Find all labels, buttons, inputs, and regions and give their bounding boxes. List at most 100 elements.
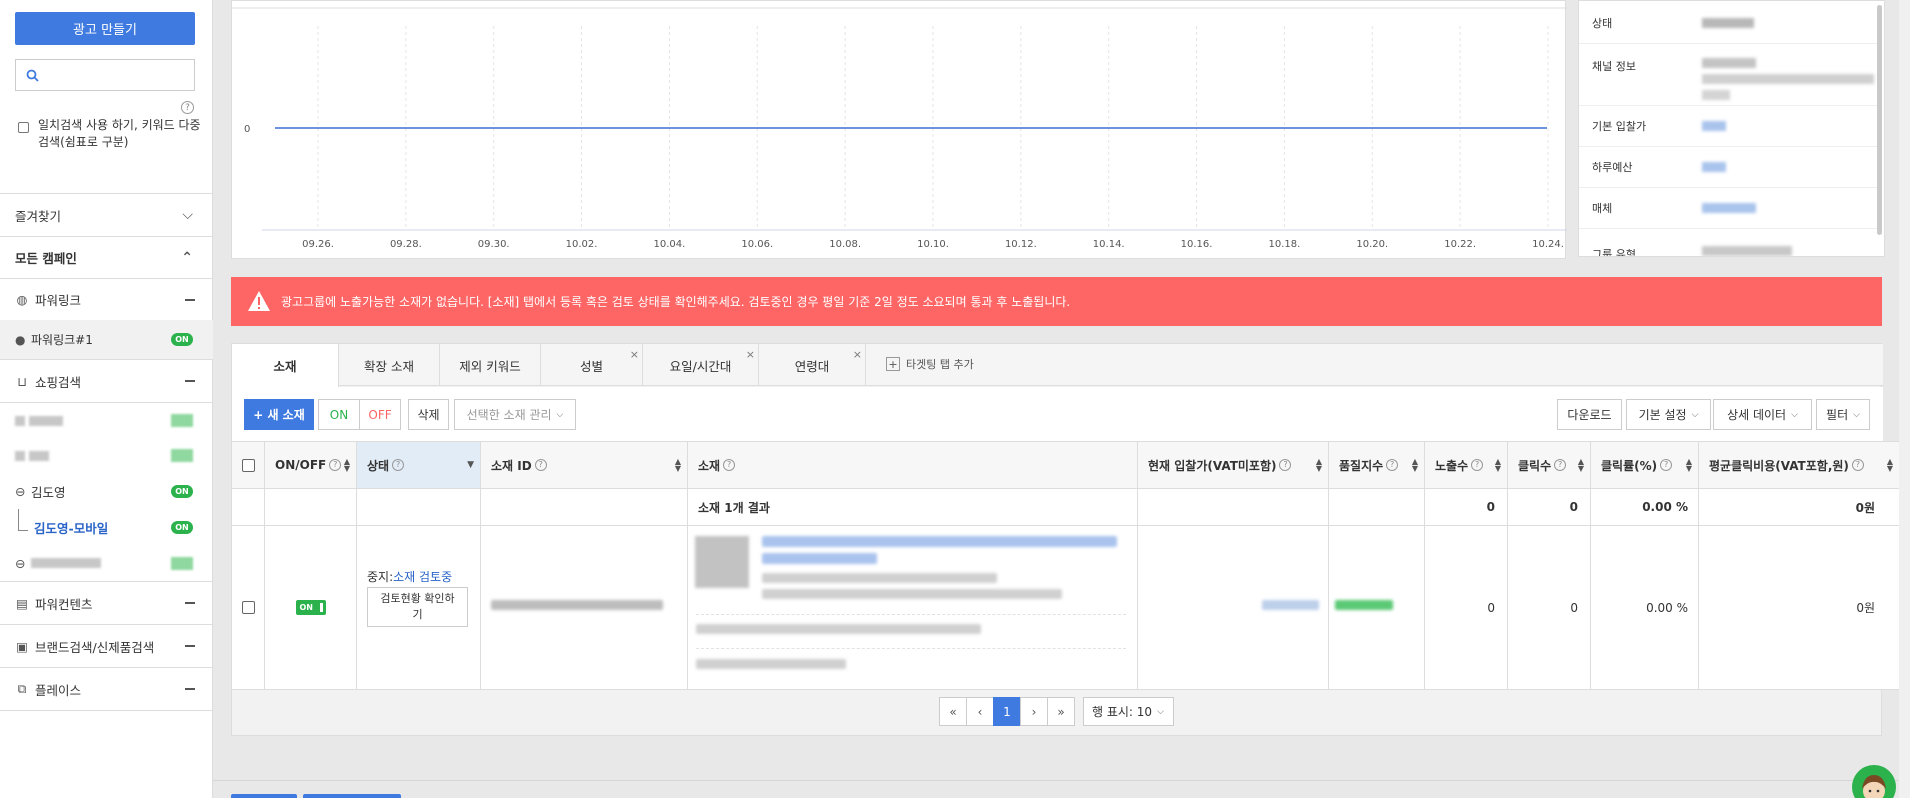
delete-button[interactable]: 삭제 bbox=[408, 399, 449, 430]
col-onoff[interactable]: ON/OFF? ▲ ▼ bbox=[265, 441, 357, 489]
info-label: 하루예산 bbox=[1592, 161, 1633, 174]
close-icon[interactable]: × bbox=[630, 348, 639, 361]
next-page-button[interactable]: › bbox=[1020, 697, 1048, 726]
collapse-icon[interactable] bbox=[185, 298, 195, 301]
prev-page-button[interactable]: ‹ bbox=[966, 697, 994, 726]
tab-gender[interactable]: 성별 × bbox=[541, 344, 643, 386]
close-icon[interactable]: × bbox=[746, 348, 755, 361]
sidebar-item-blurred-3[interactable]: ⊖ bbox=[0, 545, 213, 581]
x-tick-label: 10.14. bbox=[1093, 239, 1125, 250]
tab-extension[interactable]: 확장 소재 bbox=[339, 344, 440, 386]
help-icon[interactable]: ? bbox=[181, 101, 194, 114]
tab-age[interactable]: 연령대 × bbox=[759, 344, 866, 386]
thumbnail-image[interactable] bbox=[695, 536, 749, 588]
x-tick-label: 09.30. bbox=[478, 239, 510, 250]
help-icon[interactable]: ? bbox=[329, 459, 342, 471]
shopping-label: 쇼핑검색 bbox=[35, 374, 82, 390]
row-creative-cell[interactable] bbox=[688, 526, 1138, 690]
sidebar-item-blurred-2[interactable] bbox=[0, 438, 213, 473]
x-tick-label: 09.26. bbox=[302, 239, 334, 250]
sidebar-all-campaigns[interactable]: 모든 캠페인 ⌃ bbox=[0, 237, 213, 278]
collapse-icon[interactable] bbox=[185, 380, 195, 382]
onoff-toggle[interactable]: ON bbox=[295, 600, 326, 615]
filter-dropdown[interactable]: 필터 ⌵ bbox=[1816, 399, 1870, 430]
campaign-search-input[interactable] bbox=[15, 59, 195, 91]
sort-desc-icon[interactable]: ▼ bbox=[467, 460, 474, 469]
collapse-icon[interactable] bbox=[185, 645, 195, 647]
status-badge bbox=[171, 556, 193, 570]
sort-icon[interactable]: ▲ ▼ bbox=[1495, 458, 1501, 473]
sidebar-item-powerlink[interactable]: ◍ 파워링크 bbox=[0, 279, 213, 320]
review-status-button[interactable]: 검토현황 확인하기 bbox=[367, 587, 468, 627]
close-icon[interactable]: × bbox=[853, 348, 862, 361]
exact-match-checkbox[interactable] bbox=[18, 122, 29, 133]
help-icon[interactable]: ? bbox=[1554, 459, 1567, 471]
sidebar-favorites[interactable]: 즐겨찾기 ⌵ bbox=[0, 194, 213, 236]
default-settings-dropdown[interactable]: 기본 설정 ⌵ bbox=[1626, 399, 1711, 430]
on-button[interactable]: ON bbox=[318, 399, 360, 430]
help-icon[interactable]: ? bbox=[1660, 459, 1673, 471]
last-page-button[interactable]: » bbox=[1047, 697, 1075, 726]
sidebar-item-kimdoyoung[interactable]: ⊖ 김도영 ON bbox=[0, 473, 213, 509]
help-icon[interactable]: ? bbox=[534, 459, 547, 471]
tab-age-label: 연령대 bbox=[794, 358, 830, 374]
collapse-icon[interactable] bbox=[185, 602, 195, 604]
col-bid[interactable]: 현재 입찰가(VAT미포함)? ▲ ▼ bbox=[1138, 441, 1329, 489]
col-status[interactable]: 상태? ▼ bbox=[357, 441, 481, 489]
sort-icon[interactable]: ▲ ▼ bbox=[1412, 458, 1418, 473]
chat-avatar[interactable] bbox=[1852, 765, 1896, 798]
rows-per-page-label: 행 표시: 10 bbox=[1092, 705, 1153, 719]
summary-label: 소재 1개 결과 bbox=[688, 489, 1138, 526]
select-all-checkbox[interactable] bbox=[241, 458, 255, 472]
info-scrollbar[interactable] bbox=[1877, 5, 1882, 235]
sidebar-item-brand-search[interactable]: ▣ 브랜드검색/신제품검색 bbox=[0, 625, 213, 667]
sidebar-item-kimdoyoung-mobile[interactable]: 김도영-모바일 ON bbox=[0, 509, 213, 545]
x-tick-label: 10.06. bbox=[741, 239, 773, 250]
off-button[interactable]: OFF bbox=[359, 399, 401, 430]
col-cpc[interactable]: 평균클릭비용(VAT포함,원)? ▲ ▼ bbox=[1699, 441, 1900, 489]
first-page-button[interactable]: « bbox=[939, 697, 967, 726]
tab-creative[interactable]: 소재 bbox=[232, 344, 339, 387]
tab-exclude-keyword[interactable]: 제외 키워드 bbox=[440, 344, 541, 386]
sort-icon[interactable]: ▲ ▼ bbox=[1686, 458, 1692, 473]
sort-icon[interactable]: ▲ ▼ bbox=[675, 458, 681, 473]
col-ctr[interactable]: 클릭률(%)? ▲ ▼ bbox=[1591, 441, 1699, 489]
help-icon[interactable]: ? bbox=[1279, 459, 1292, 471]
collapse-icon[interactable] bbox=[185, 688, 195, 690]
col-id[interactable]: 소재 ID? ▲ ▼ bbox=[481, 441, 688, 489]
sidebar-item-powerlink-1[interactable]: ● 파워링크#1 ON bbox=[0, 320, 213, 359]
detail-data-dropdown[interactable]: 상세 데이터 ⌵ bbox=[1713, 399, 1812, 430]
bottom-button-1[interactable] bbox=[231, 794, 297, 798]
help-icon[interactable]: ? bbox=[1851, 459, 1864, 471]
help-icon[interactable]: ? bbox=[1386, 459, 1399, 471]
help-icon[interactable]: ? bbox=[392, 459, 405, 471]
page-1-button[interactable]: 1 bbox=[993, 697, 1021, 726]
page-scrollbar[interactable] bbox=[1899, 0, 1910, 798]
status-prefix: 중지: bbox=[367, 570, 394, 584]
row-checkbox[interactable] bbox=[241, 601, 255, 614]
col-clicks[interactable]: 클릭수? ▲ ▼ bbox=[1508, 441, 1591, 489]
help-icon[interactable]: ? bbox=[723, 459, 736, 471]
new-creative-button[interactable]: + 새 소재 bbox=[244, 399, 314, 430]
tab-day-time[interactable]: 요일/시간대 × bbox=[643, 344, 759, 386]
info-label: 기본 입찰가 bbox=[1592, 120, 1647, 133]
create-ad-button[interactable]: 광고 만들기 bbox=[15, 12, 195, 45]
sidebar-item-place[interactable]: ⧉ 플레이스 bbox=[0, 668, 213, 710]
add-targeting-tab[interactable]: + 타겟팅 탭 추가 bbox=[886, 356, 974, 372]
sidebar-item-shopping[interactable]: ⊔ 쇼핑검색 bbox=[0, 360, 213, 402]
sort-icon[interactable]: ▲ ▼ bbox=[1316, 458, 1322, 473]
manage-selected-dropdown[interactable]: 선택한 소재 관리 ⌵ bbox=[454, 399, 576, 430]
download-button[interactable]: 다운로드 bbox=[1557, 399, 1622, 430]
col-quality[interactable]: 품질지수? ▲ ▼ bbox=[1329, 441, 1425, 489]
sort-icon[interactable]: ▲ ▼ bbox=[1887, 458, 1893, 473]
help-icon[interactable]: ? bbox=[1471, 459, 1484, 471]
col-impressions[interactable]: 노출수? ▲ ▼ bbox=[1425, 441, 1508, 489]
sidebar-item-powercontents[interactable]: ▤ 파워컨텐츠 bbox=[0, 582, 213, 624]
sort-icon[interactable]: ▲ ▼ bbox=[1578, 458, 1584, 473]
sidebar-item-blurred-1[interactable] bbox=[0, 403, 213, 438]
rows-per-page-select[interactable]: 행 표시: 10 ⌵ bbox=[1083, 697, 1174, 726]
sort-icon[interactable]: ▲ ▼ bbox=[344, 458, 350, 473]
bottom-button-2[interactable] bbox=[303, 794, 401, 798]
kimdoyoung-mobile-label: 김도영-모바일 bbox=[34, 520, 109, 536]
review-status-link[interactable]: 소재 검토중 bbox=[393, 570, 452, 584]
